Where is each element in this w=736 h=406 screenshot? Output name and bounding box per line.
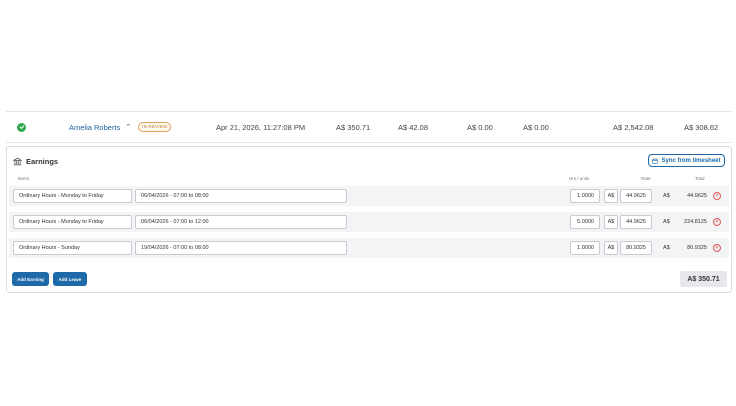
currency-label: A$ — [604, 241, 618, 255]
earning-line: Ordinary Hours - Monday to Friday 06/04/… — [9, 212, 729, 232]
sync-label: Sync from timesheet — [661, 157, 721, 164]
amount-gross: A$ 350.71 — [336, 122, 371, 132]
currency-label: A$ — [604, 215, 618, 229]
item-select[interactable]: Ordinary Hours - Monday to Friday — [13, 189, 132, 203]
amount-tax: A$ 42.08 — [398, 122, 429, 132]
employee-name-group[interactable]: Amelia Roberts ⌃ IN REVIEW — [69, 112, 172, 142]
units-input[interactable]: 1.0000 — [570, 241, 600, 255]
line-total: 44.9625 — [687, 193, 707, 199]
employee-name[interactable]: Amelia Roberts — [69, 123, 120, 132]
column-header-hrs: Hrs / units — [569, 176, 590, 181]
column-header-total: Total — [695, 176, 705, 181]
remove-line-icon[interactable]: ✕ — [713, 218, 721, 226]
pay-date: Apr 21, 2026, 11:27:08 PM — [216, 122, 306, 132]
line-total-currency: A$ — [663, 219, 670, 225]
calendar-icon — [652, 158, 659, 164]
earning-line: Ordinary Hours - Monday to Friday 06/04/… — [9, 186, 729, 206]
sync-from-timesheet-button[interactable]: Sync from timesheet — [648, 154, 725, 167]
units-input[interactable]: 1.0000 — [570, 189, 600, 203]
chevron-up-icon[interactable]: ⌃ — [125, 123, 131, 131]
item-select[interactable]: Ordinary Hours - Sunday — [13, 241, 132, 255]
line-total-currency: A$ — [663, 193, 670, 199]
column-header-rate: Rate — [641, 176, 651, 181]
units-input[interactable]: 5.0000 — [570, 215, 600, 229]
line-total: 224.8125 — [684, 219, 707, 225]
amount-other: A$ 0.00 — [523, 122, 549, 132]
earnings-grand-total: A$ 350.71 — [680, 271, 727, 287]
rate-input[interactable]: 44.9625 — [620, 189, 652, 203]
amount-ytd: A$ 2,542.08 — [613, 122, 654, 132]
period-input[interactable]: 06/04/2026 - 07:00 to 12:00 — [135, 215, 347, 229]
add-leave-button[interactable]: Add Leave — [53, 272, 87, 286]
earning-line: Ordinary Hours - Sunday 19/04/2026 - 07:… — [9, 238, 729, 258]
status-check-icon — [17, 112, 26, 142]
earnings-title: Earnings — [26, 157, 59, 166]
line-total: 80.9325 — [687, 245, 707, 251]
earnings-header: Earnings — [13, 157, 58, 166]
column-header-items: Items — [18, 176, 30, 181]
remove-line-icon[interactable]: ✕ — [713, 244, 721, 252]
earnings-card: Earnings Sync from timesheet Items Hrs /… — [6, 146, 732, 293]
line-total-currency: A$ — [663, 245, 670, 251]
add-earning-button[interactable]: Add Earning — [12, 272, 49, 286]
currency-label: A$ — [604, 189, 618, 203]
amount-super: A$ 308.62 — [684, 122, 719, 132]
status-badge: IN REVIEW — [138, 122, 172, 132]
remove-line-icon[interactable]: ✕ — [713, 192, 721, 200]
item-select[interactable]: Ordinary Hours - Monday to Friday — [13, 215, 132, 229]
amount-deductions: A$ 0.00 — [467, 122, 493, 132]
employee-row[interactable]: Amelia Roberts ⌃ IN REVIEW Apr 21, 2026,… — [6, 111, 732, 143]
bank-icon — [13, 157, 22, 166]
rate-input[interactable]: 80.9325 — [620, 241, 652, 255]
period-input[interactable]: 19/04/2026 - 07:00 to 08:00 — [135, 241, 347, 255]
period-input[interactable]: 06/04/2026 - 07:00 to 08:00 — [135, 189, 347, 203]
rate-input[interactable]: 44.9625 — [620, 215, 652, 229]
